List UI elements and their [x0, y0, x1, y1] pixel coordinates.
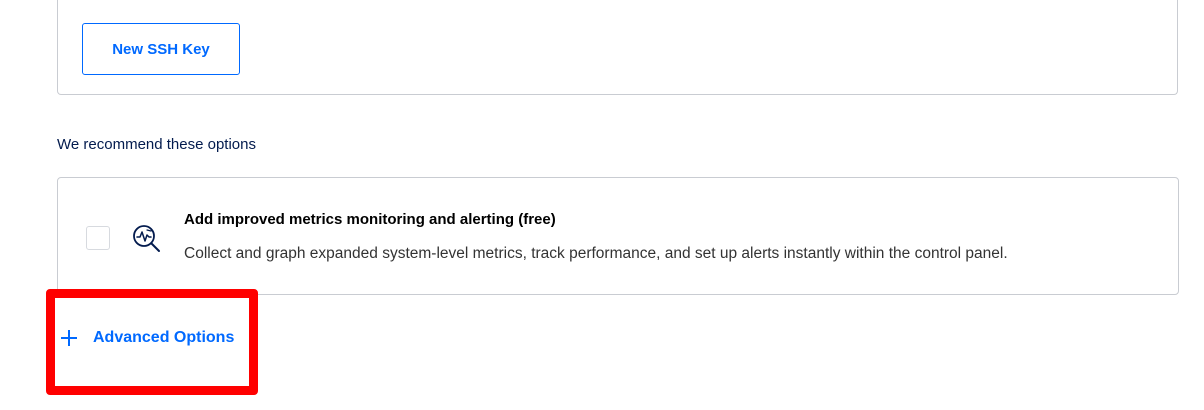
- recommended-options-heading: We recommend these options: [57, 136, 256, 153]
- monitoring-checkbox[interactable]: [86, 226, 110, 250]
- droplet-create-page: New SSH Key We recommend these options A…: [0, 0, 1204, 410]
- monitoring-magnifier-icon: [130, 222, 164, 256]
- monitoring-option-card[interactable]: Add improved metrics monitoring and aler…: [57, 177, 1179, 295]
- monitoring-option-description: Collect and graph expanded system-level …: [184, 245, 1008, 262]
- plus-icon: [58, 327, 80, 349]
- advanced-options-link[interactable]: Advanced Options: [58, 327, 234, 349]
- advanced-options-label: Advanced Options: [93, 329, 235, 346]
- monitoring-option-title: Add improved metrics monitoring and aler…: [184, 211, 556, 228]
- new-ssh-key-button[interactable]: New SSH Key: [82, 23, 240, 75]
- ssh-key-card: New SSH Key: [57, 0, 1178, 95]
